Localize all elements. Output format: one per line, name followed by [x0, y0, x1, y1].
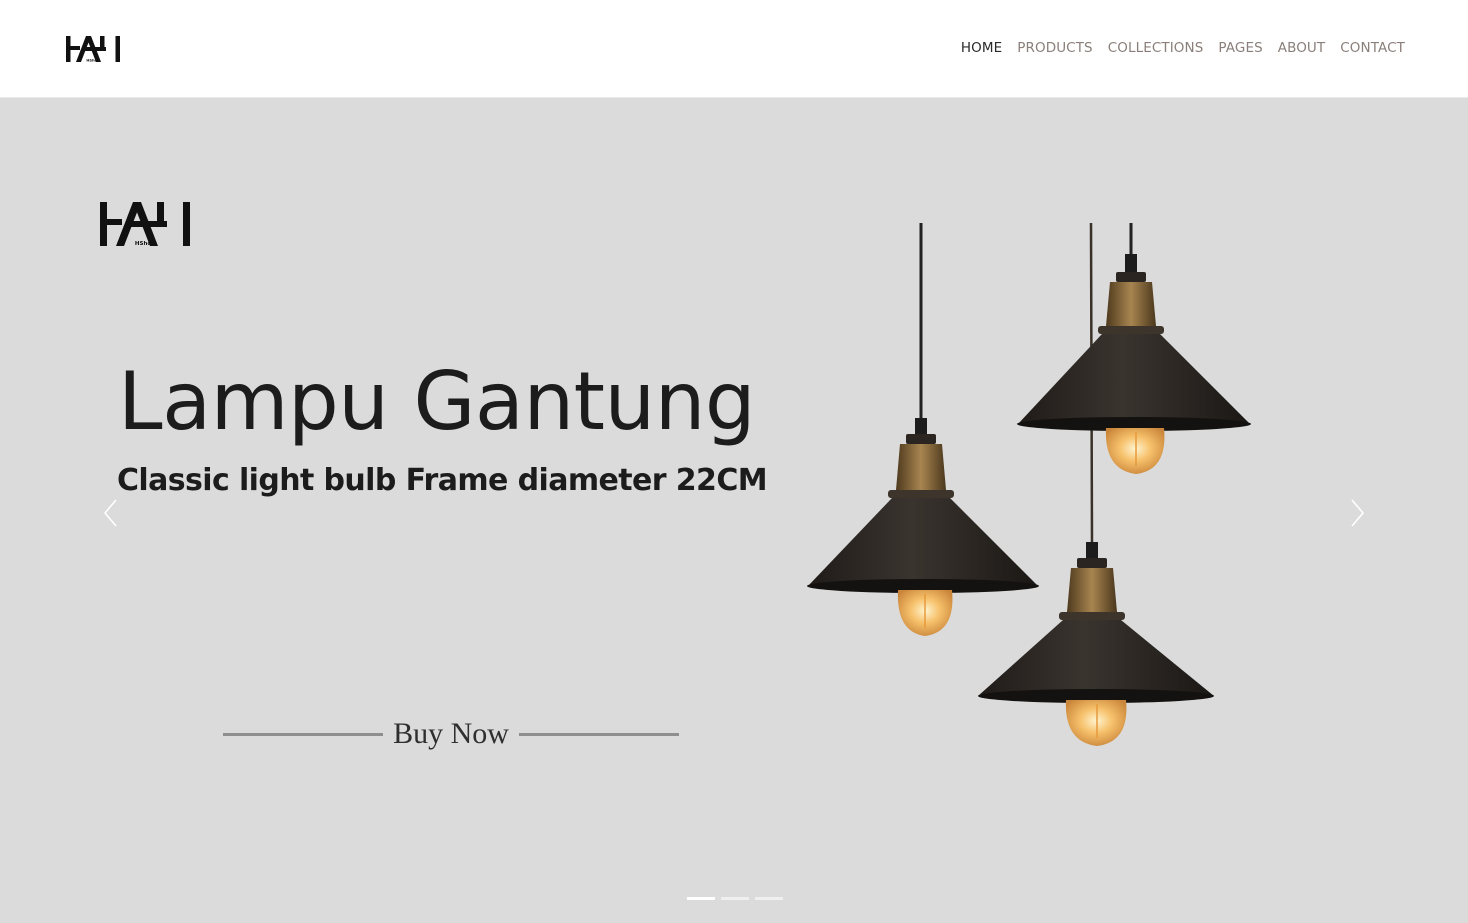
- slide-dot-3[interactable]: [755, 897, 783, 900]
- nav-contact[interactable]: CONTACT: [1340, 40, 1405, 56]
- slide-dot-2[interactable]: [721, 897, 749, 900]
- buy-now-button[interactable]: Buy Now: [218, 712, 684, 756]
- lamp-left: [807, 418, 1039, 636]
- buy-now-label: Buy Now: [393, 717, 509, 750]
- pendant-lamps-image: [807, 222, 1251, 746]
- nav-products[interactable]: PRODUCTS: [1017, 40, 1092, 56]
- buy-now-right-rule: [518, 732, 679, 736]
- slide-dot-1[interactable]: [687, 897, 715, 900]
- nav-about[interactable]: ABOUT: [1278, 40, 1326, 56]
- hero-slider: HShop Lampu Gantung Classic light bulb F…: [0, 98, 1468, 923]
- slider-pagination: [687, 897, 783, 900]
- site-header: HShop HOME PRODUCTS COLLECTIONS PAGES AB…: [0, 0, 1468, 98]
- slide-subtitle: Classic light bulb Frame diameter 22CM: [117, 463, 768, 498]
- lamp-top-right: [1017, 254, 1251, 474]
- brand-logo[interactable]: HShop: [66, 34, 120, 64]
- chevron-right-icon[interactable]: [1346, 496, 1368, 530]
- slide-title: Lampu Gantung: [118, 355, 756, 448]
- brand-logo-text: HShop: [86, 59, 100, 63]
- chevron-left-icon[interactable]: [100, 496, 122, 530]
- main-nav: HOME PRODUCTS COLLECTIONS PAGES ABOUT CO…: [961, 40, 1405, 56]
- slide-brand-logo-text: HShop: [135, 241, 155, 247]
- buy-now-left-rule: [223, 732, 384, 736]
- nav-home[interactable]: HOME: [961, 40, 1002, 56]
- nav-pages[interactable]: PAGES: [1218, 40, 1262, 56]
- nav-collections[interactable]: COLLECTIONS: [1108, 40, 1204, 56]
- slide-brand-logo: HShop: [100, 202, 190, 247]
